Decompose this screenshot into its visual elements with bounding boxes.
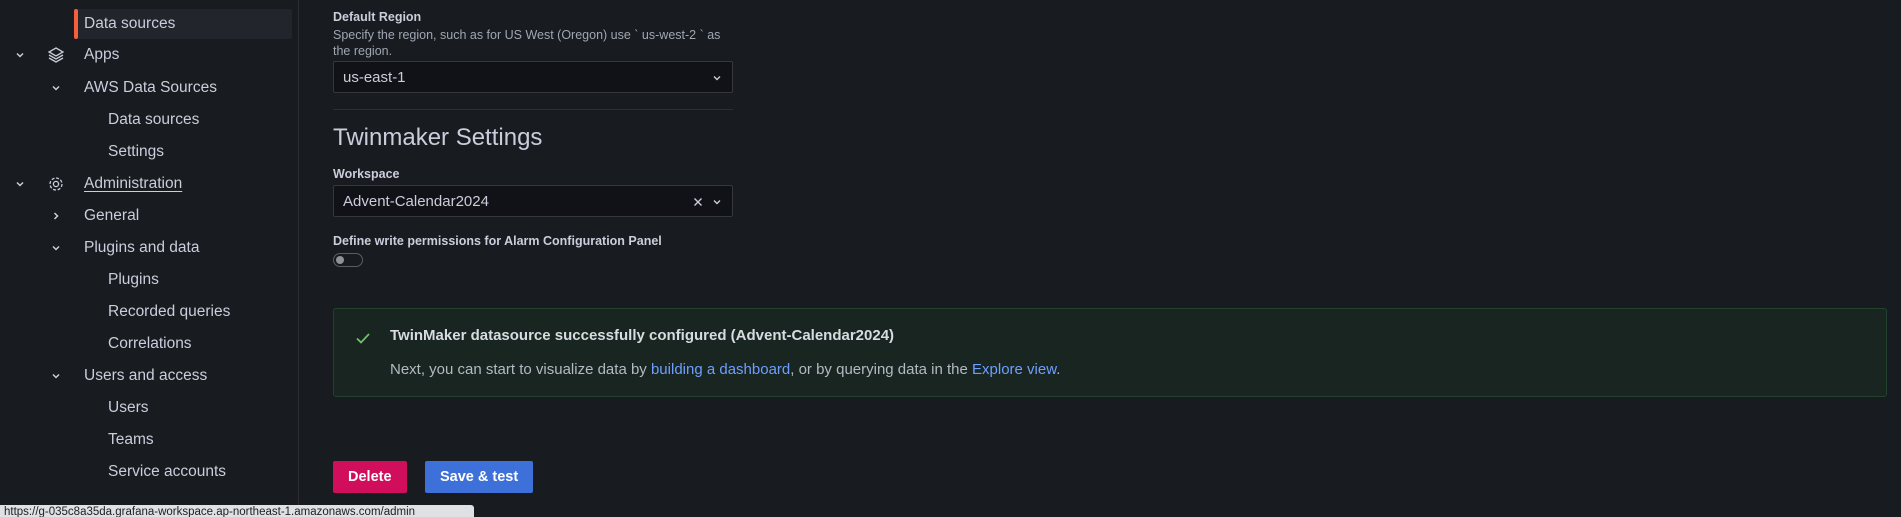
sidebar-item-users-and-access[interactable]: Users and access (0, 362, 292, 390)
gear-icon (47, 175, 65, 193)
sidebar-item-plugins[interactable]: Plugins (0, 266, 292, 294)
alert-title: TwinMaker datasource successfully config… (390, 327, 895, 344)
sidebar-item-label: Service accounts (108, 463, 227, 480)
twinmaker-section-title: Twinmaker Settings (333, 124, 543, 151)
success-alert: TwinMaker datasource successfully config… (333, 308, 1887, 397)
workspace-select[interactable]: Advent-Calendar2024 (333, 185, 733, 217)
sidebar-item-label: AWS Data Sources (84, 79, 217, 96)
browser-status-url: https://g-035c8a35da.grafana-workspace.a… (0, 505, 474, 517)
alert-body-middle: , or by querying data in the (790, 361, 973, 378)
alarm-permissions-label: Define write permissions for Alarm Confi… (333, 234, 662, 248)
explore-view-link[interactable]: Explore view (972, 361, 1056, 378)
workspace-select-value: Advent-Calendar2024 (343, 192, 489, 210)
sidebar-item-label: Users and access (84, 367, 208, 384)
check-icon (354, 329, 372, 347)
region-select-value: us-east-1 (343, 68, 406, 86)
alert-body: Next, you can start to visualize data by… (390, 361, 1060, 378)
alert-body-prefix: Next, you can start to visualize data by (390, 361, 651, 378)
sidebar-item-aws-data-sources-list[interactable]: Data sources (0, 106, 292, 134)
region-description: Specify the region, such as for US West … (333, 28, 721, 58)
layers-icon (47, 46, 65, 64)
chevron-down-icon[interactable] (14, 178, 26, 190)
sidebar-item-label: Apps (84, 46, 120, 63)
toggle-knob (336, 256, 344, 264)
alarm-permissions-toggle[interactable] (333, 253, 363, 267)
sidebar-item-label: Plugins (108, 271, 159, 288)
sidebar-item-label: Plugins and data (84, 239, 200, 256)
save-test-button[interactable]: Save & test (425, 461, 534, 493)
clear-icon[interactable] (692, 195, 704, 207)
workspace-label: Workspace (333, 167, 400, 181)
alert-body-suffix: . (1056, 361, 1061, 378)
chevron-down-icon (711, 71, 723, 83)
sidebar-item-service-accounts[interactable]: Service accounts (0, 458, 292, 486)
sidebar-item-label: Recorded queries (108, 303, 231, 320)
chevron-down-icon (711, 195, 723, 207)
sidebar-item-label: Settings (108, 143, 165, 160)
sidebar-item-label: Correlations (108, 335, 192, 352)
region-select[interactable]: us-east-1 (333, 61, 733, 93)
sidebar-item-label: General (84, 207, 140, 224)
sidebar-item-aws-data-sources[interactable]: AWS Data Sources (0, 74, 292, 102)
sidebar-item-label: Administration (84, 175, 183, 192)
sidebar-item-teams[interactable]: Teams (0, 426, 292, 454)
sidebar-item-label: Data sources (84, 15, 176, 32)
sidebar-item-apps[interactable]: Apps (0, 41, 292, 69)
sidebar-item-general[interactable]: General (0, 202, 292, 230)
sidebar-nav: Data sources Apps AWS Data Sources Data … (0, 0, 299, 517)
chevron-down-icon[interactable] (50, 82, 62, 94)
sidebar-item-recorded-queries[interactable]: Recorded queries (0, 298, 292, 326)
active-indicator (74, 9, 78, 39)
chevron-down-icon[interactable] (50, 242, 62, 254)
sidebar-item-settings[interactable]: Settings (0, 138, 292, 166)
sidebar-item-label: Users (108, 399, 149, 416)
delete-button[interactable]: Delete (333, 461, 407, 493)
section-divider (333, 109, 733, 110)
sidebar-item-data-sources[interactable]: Data sources (74, 9, 292, 39)
sidebar-item-administration[interactable]: Administration (0, 170, 292, 198)
sidebar-item-users[interactable]: Users (0, 394, 292, 422)
chevron-down-icon[interactable] (14, 49, 26, 61)
chevron-right-icon[interactable] (50, 210, 62, 222)
region-label: Default Region (333, 10, 422, 24)
sidebar-item-label: Teams (108, 431, 154, 448)
sidebar-item-correlations[interactable]: Correlations (0, 330, 292, 358)
sidebar-item-plugins-and-data[interactable]: Plugins and data (0, 234, 292, 262)
building-dashboard-link[interactable]: building a dashboard (651, 361, 790, 378)
chevron-down-icon[interactable] (50, 370, 62, 382)
sidebar-item-label: Data sources (108, 111, 200, 128)
